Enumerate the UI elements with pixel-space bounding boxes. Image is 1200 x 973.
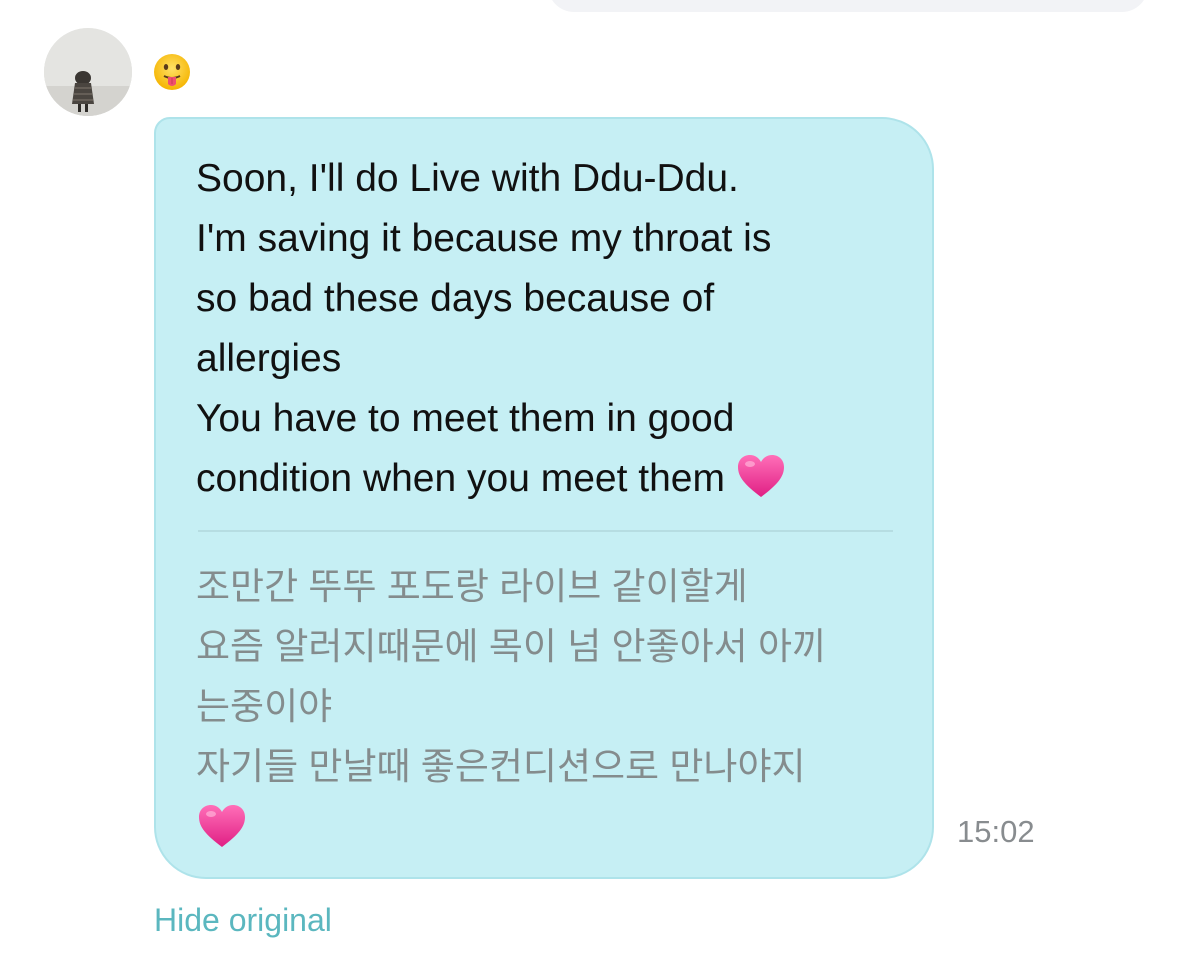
pink-heart-icon [737,454,784,497]
original-text: 조만간 뚜뚜 포도랑 라이브 같이할게 요즘 알러지때문에 목이 넘 안좋아서 … [196,557,906,853]
hide-original-link[interactable]: Hide original [154,902,332,939]
translation-divider [198,530,893,532]
translated-line: condition when you meet them [196,457,725,500]
translated-line: Soon, I'll do Live with Ddu-Ddu. [196,157,739,200]
avatar[interactable] [44,28,132,116]
translated-line: I'm saving it because my throat is [196,217,772,260]
translated-line: so bad these days because of [196,277,715,320]
translated-text: Soon, I'll do Live with Ddu-Ddu. I'm sav… [196,149,896,509]
original-line: 요즘 알러지때문에 목이 넘 안좋아서 아끼 [196,626,827,667]
message-bubble[interactable]: Soon, I'll do Live with Ddu-Ddu. I'm sav… [154,117,934,879]
previous-message-bubble[interactable] [548,0,1148,12]
original-line: 는중이야 [196,686,333,727]
translated-line-with-heart: condition when you meet them [196,449,896,509]
chat-view: Soon, I'll do Live with Ddu-Ddu. I'm sav… [0,0,1200,973]
pink-heart-icon [199,805,245,847]
tongue-out-face-icon[interactable] [152,52,192,92]
original-line: 조만간 뚜뚜 포도랑 라이브 같이할게 [196,566,748,607]
translated-line: You have to meet them in good [196,397,735,440]
message-timestamp: 15:02 [957,814,1035,849]
original-line: 자기들 만날때 좋은컨디션으로 만나야지 [196,746,806,787]
translated-line: allergies [196,337,342,380]
avatar-photo [44,28,132,116]
